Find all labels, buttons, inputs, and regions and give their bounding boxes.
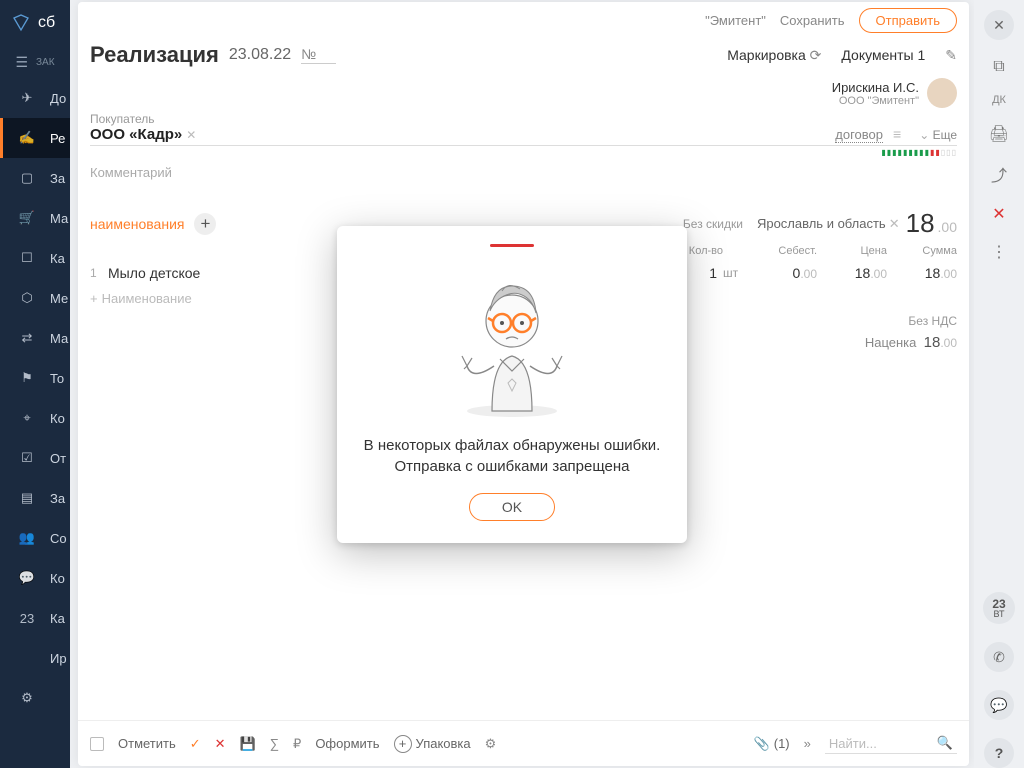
error-modal: В некоторых файлах обнаружены ошибки. От… [337, 226, 687, 543]
modal-message: В некоторых файлах обнаружены ошибки. От… [361, 435, 663, 477]
error-illustration [442, 261, 582, 421]
modal-accent-line [490, 244, 534, 247]
modal-ok-button[interactable]: OK [469, 493, 555, 521]
modal-overlay: В некоторых файлах обнаружены ошибки. От… [0, 0, 1024, 768]
